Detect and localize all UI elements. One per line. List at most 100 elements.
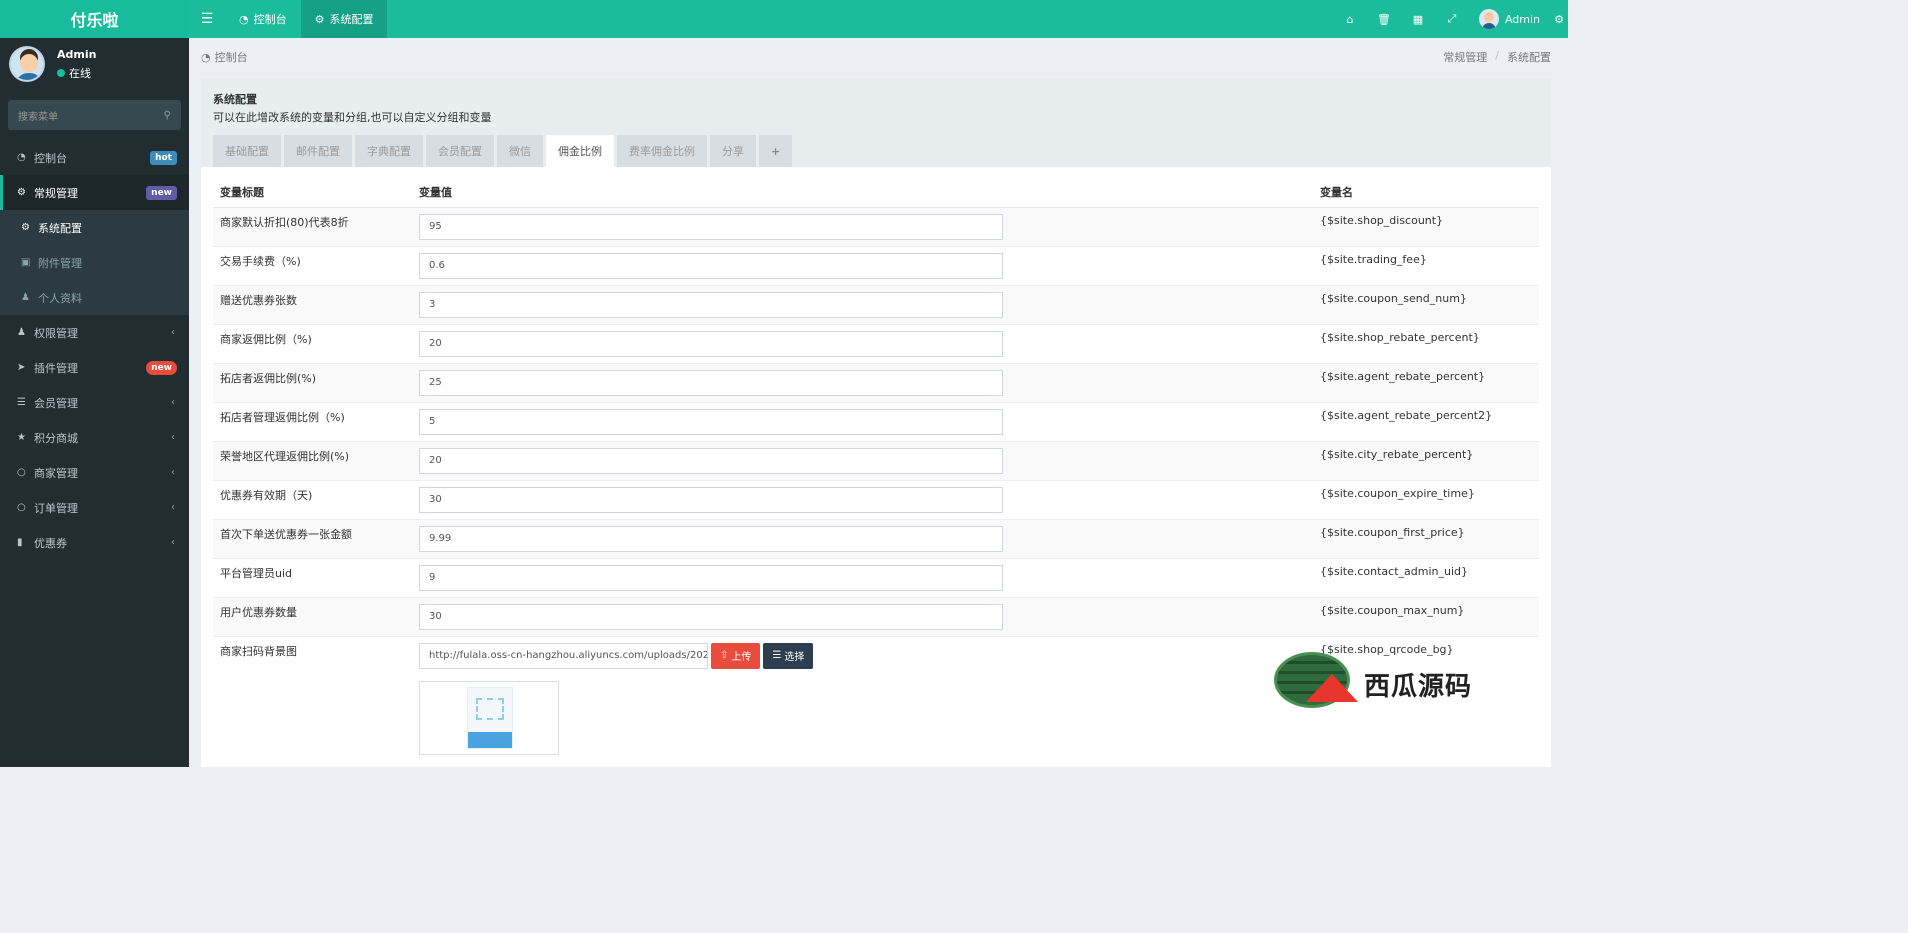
sidebar-item-points-mall[interactable]: ★ 积分商城 ‹ [0,420,189,455]
sidebar-item-dashboard[interactable]: ◔ 控制台 hot [0,140,189,175]
user-icon: ♟ [21,292,30,303]
select-button[interactable]: ☰ 选择 [763,642,814,669]
variable-value-input[interactable]: 20 [419,447,1003,474]
tab-dashboard[interactable]: ◔ 控制台 [225,0,301,38]
sidebar-item-plugins[interactable]: ➤ 插件管理 new [0,350,189,385]
upload-label: 上传 [731,652,752,663]
chevron-left-icon: ‹ [171,397,175,408]
variable-title: 平台管理员uid [213,557,412,597]
variable-value-input[interactable]: 5 [419,408,1003,435]
image-preview[interactable] [419,680,559,755]
sidebar-item-label: 会员管理 [34,396,78,410]
settings-icon[interactable]: ⚙ [1550,0,1568,38]
variable-value-input[interactable]: 20 [419,330,1003,357]
column-header: 变量标题 [213,177,412,208]
variable-value-input[interactable]: 30 [419,486,1003,513]
menu-search-input[interactable]: 搜索菜单 ⚲ [8,100,181,130]
breadcrumb-item-general[interactable]: 常规管理 [1443,49,1487,65]
sidebar-item-attachments[interactable]: ▣ 附件管理 [0,245,189,280]
breadcrumb-home[interactable]: ◔ 控制台 [201,49,248,65]
menu-toggle-icon[interactable]: ☰ [189,0,225,38]
variable-value-input[interactable]: 9.99 [419,525,1003,552]
sidebar-item-label: 订单管理 [34,501,78,515]
sidebar-item-members[interactable]: ☰ 会员管理 ‹ [0,385,189,420]
user-panel: Admin 在线 [0,38,189,90]
list-icon: ☰ [17,397,26,408]
home-icon[interactable]: ⌂ [1333,0,1367,38]
tab-commission[interactable]: 佣金比例 [546,135,614,167]
table-row: 商家返佣比例（%) 20 {$site.shop_rebate_percent} [213,323,1539,363]
file-image-icon: ▣ [21,257,31,268]
sidebar-item-merchants[interactable]: ○ 商家管理 ‹ [0,455,189,490]
sidebar-item-permissions[interactable]: ♟ 权限管理 ‹ [0,315,189,350]
variable-name: {$site.shop_rebate_percent} [1313,323,1539,363]
sidebar-item-coupons[interactable]: ▮ 优惠券 ‹ [0,525,189,560]
sidebar-item-general[interactable]: ⚙ 常规管理 new [0,175,189,210]
new-badge: new [146,360,177,375]
variable-value-cell: 30 [412,596,1313,636]
sidebar-item-label: 系统配置 [38,221,82,235]
tab-dictionary[interactable]: 字典配置 [355,135,423,167]
chevron-left-icon: ‹ [171,327,175,338]
sidebar-item-profile[interactable]: ♟ 个人资料 [0,280,189,315]
gear-icon: ⚙ [21,222,30,233]
watermark-text: 西瓜源码 [1364,672,1473,702]
table-row: 优惠券有效期（天) 30 {$site.coupon_expire_time} [213,479,1539,519]
tab-system-config[interactable]: ⚙ 系统配置 [300,0,388,38]
variable-title: 优惠券有效期（天) [213,479,412,519]
app-logo[interactable]: 付乐啦 [0,0,189,38]
tab-member[interactable]: 会员配置 [426,135,494,167]
online-dot-icon [57,68,65,77]
search-icon[interactable]: ⚲ [164,110,171,121]
breadcrumb-item-system-config: 系统配置 [1507,51,1551,64]
variable-value-input[interactable]: 30 [419,603,1003,630]
variable-value-cell: http://fulala.oss-cn-hangzhou.aliyuncs.c… [412,635,1313,761]
trash-icon[interactable]: 🗑 [1367,0,1401,38]
variable-value-cell: 0.6 [412,245,1313,285]
sidebar-item-label: 控制台 [34,151,67,165]
sidebar-item-orders[interactable]: ○ 订单管理 ‹ [0,490,189,525]
variable-value-cell: 20 [412,440,1313,480]
chevron-left-icon: ‹ [171,502,175,513]
variable-value-cell: 25 [412,362,1313,402]
variable-value-cell: 9.99 [412,518,1313,558]
fullscreen-icon[interactable]: ⤢ [1435,0,1469,38]
table-row: 拓店者管理返佣比例（%) 5 {$site.agent_rebate_percent… [213,401,1539,441]
table-row: 拓店者返佣比例(%) 25 {$site.agent_rebate_percent} [213,362,1539,402]
search-placeholder: 搜索菜单 [18,111,58,123]
submenu-general: ⚙ 系统配置 ▣ 附件管理 ♟ 个人资料 [0,210,189,315]
variable-value-cell: 9 [412,557,1313,597]
circle-icon: ○ [17,502,26,513]
tab-email[interactable]: 邮件配置 [284,135,352,167]
image-url-input[interactable]: http://fulala.oss-cn-hangzhou.aliyuncs.c… [419,642,708,669]
variable-value-input[interactable]: 25 [419,369,1003,396]
sidebar-item-system-config[interactable]: ⚙ 系统配置 [0,210,189,245]
variable-value-cell: 20 [412,323,1313,363]
variable-value-input[interactable]: 0.6 [419,252,1003,279]
variable-value-input[interactable]: 9 [419,564,1003,591]
variable-value-input[interactable]: 3 [419,291,1003,318]
language-icon[interactable]: ▦ [1401,0,1435,38]
tab-fee-commission[interactable]: 费率佣金比例 [617,135,707,167]
rocket-icon: ➤ [17,362,26,373]
variable-title: 交易手续费（%) [213,245,412,285]
tab-basic[interactable]: 基础配置 [213,135,281,167]
sidebar-item-label: 插件管理 [34,361,78,375]
config-tabs: 基础配置 邮件配置 字典配置 会员配置 微信 佣金比例 费率佣金比例 分享 + [213,135,793,167]
user-menu[interactable]: Admin [1469,0,1550,38]
status-text: 在线 [69,66,91,80]
chevron-left-icon: ‹ [171,432,175,443]
add-tab-button[interactable]: + [759,135,793,167]
breadcrumb-separator: / [1495,49,1499,62]
upload-button[interactable]: ⇧ 上传 [711,642,761,669]
variable-title: 商家默认折扣(80)代表8折 [213,206,412,246]
breadcrumb: ◔ 控制台 常规管理 / 系统配置 [189,38,1568,76]
dashboard-icon: ◔ [239,12,249,26]
panel-title: 系统配置 [213,93,257,106]
breadcrumb-home-label: 控制台 [214,51,248,64]
tab-share[interactable]: 分享 [710,135,756,167]
tab-wechat[interactable]: 微信 [497,135,543,167]
column-header: 变量名 [1313,177,1539,208]
variable-value-input[interactable]: 95 [419,213,1003,240]
panel-heading: 系统配置 可以在此增改系统的变量和分组,也可以自定义分组和变量 基础配置 邮件配… [201,79,1551,167]
